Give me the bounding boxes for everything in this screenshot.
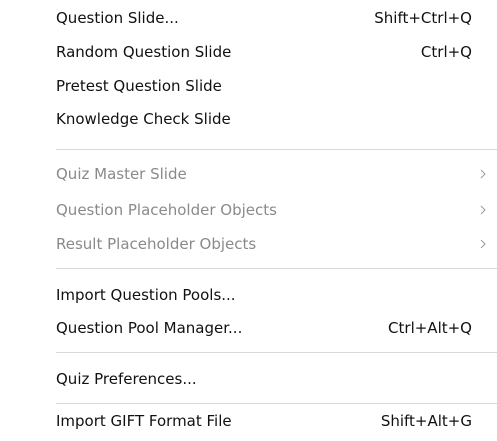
menu-item-question-slide[interactable]: Question Slide... Shift+Ctrl+Q [0,1,497,35]
menu-item-question-pool-manager[interactable]: Question Pool Manager... Ctrl+Alt+Q [0,311,497,345]
menu-item-label: Question Placeholder Objects [56,201,277,219]
menu-item-label: Import GIFT Format File [56,412,232,430]
menu-item-label: Import Question Pools... [56,286,236,304]
menu-item-import-question-pools[interactable]: Import Question Pools... [0,278,497,312]
menu-item-random-question-slide[interactable]: Random Question Slide Ctrl+Q [0,35,497,69]
chevron-right-icon [477,193,489,227]
menu-item-label: Random Question Slide [56,43,232,61]
quiz-context-menu: Question Slide... Shift+Ctrl+Q Random Qu… [0,0,497,441]
menu-item-label: Question Slide... [56,9,179,27]
menu-item-label: Pretest Question Slide [56,77,222,95]
menu-separator [56,268,497,269]
menu-item-label: Quiz Master Slide [56,165,187,183]
menu-item-quiz-preferences[interactable]: Quiz Preferences... [0,362,497,396]
menu-item-label: Question Pool Manager... [56,319,243,337]
menu-item-shortcut: Ctrl+Q [420,43,472,61]
menu-item-knowledge-check-slide[interactable]: Knowledge Check Slide [0,102,497,136]
menu-separator [56,352,497,353]
menu-separator [56,149,497,150]
menu-item-shortcut: Ctrl+Alt+Q [388,319,472,337]
chevron-right-icon [477,157,489,191]
menu-item-shortcut: Shift+Ctrl+Q [374,9,472,27]
menu-item-label: Result Placeholder Objects [56,235,257,253]
menu-item-shortcut: Shift+Alt+G [380,412,472,430]
menu-item-import-gift-format-file[interactable]: Import GIFT Format File Shift+Alt+G [0,404,497,438]
menu-item-result-placeholder-objects[interactable]: Result Placeholder Objects [0,227,497,261]
chevron-right-icon [477,227,489,261]
menu-item-label: Quiz Preferences... [56,370,197,388]
menu-item-question-placeholder-objects[interactable]: Question Placeholder Objects [0,193,497,227]
menu-item-quiz-master-slide[interactable]: Quiz Master Slide [0,157,497,191]
menu-item-pretest-question-slide[interactable]: Pretest Question Slide [0,69,497,103]
menu-item-label: Knowledge Check Slide [56,110,231,128]
